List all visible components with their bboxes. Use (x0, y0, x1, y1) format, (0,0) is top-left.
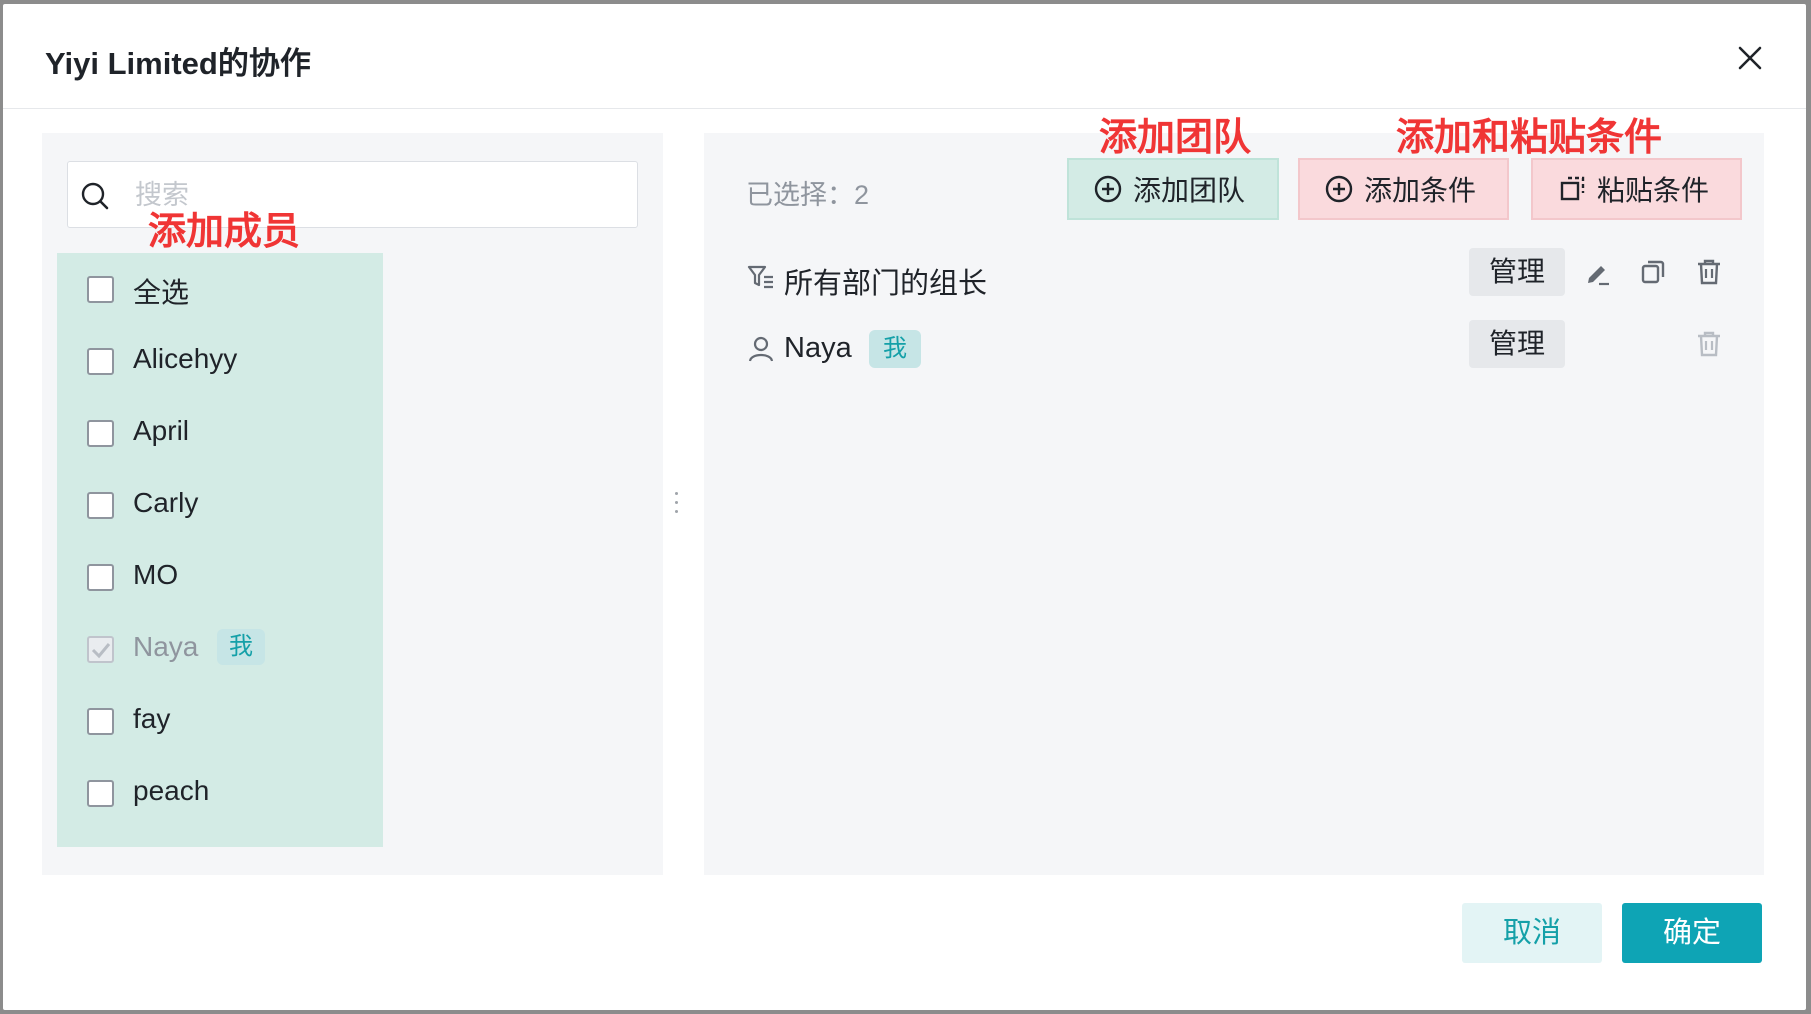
member-name: Naya (133, 631, 199, 662)
delete-icon[interactable] (1693, 256, 1725, 288)
confirm-button[interactable]: 确定 (1622, 903, 1762, 963)
paste-condition-label: 粘贴条件 (1597, 175, 1710, 206)
permission-row: Naya 我 管理 (704, 320, 1764, 380)
filter-icon (747, 265, 773, 289)
paste-icon (1560, 176, 1585, 201)
checkbox[interactable] (87, 564, 114, 591)
add-team-button[interactable]: 添加团队 (1067, 158, 1279, 220)
me-tag: 我 (217, 629, 265, 665)
checkbox[interactable] (87, 780, 114, 807)
plus-circle-icon (1094, 175, 1122, 203)
dialog-header: Yiyi Limited的协作 (3, 4, 1806, 109)
annotation-add-member: 添加成员 (148, 211, 301, 253)
member-row[interactable]: peach (42, 757, 663, 829)
member-row-select-all[interactable]: 全选 (42, 253, 663, 325)
delete-icon (1698, 331, 1720, 357)
add-team-label: 添加团队 (1133, 175, 1246, 206)
plus-circle-icon (1325, 175, 1353, 203)
add-condition-label: 添加条件 (1364, 175, 1477, 206)
search-icon (81, 182, 109, 210)
check-icon (91, 643, 111, 659)
selected-count: 已选择：2 (746, 180, 870, 210)
member-name: peach (133, 775, 210, 806)
permission-name: 所有部门的组长 (784, 268, 988, 300)
member-name: April (133, 415, 190, 446)
me-tag: 我 (869, 330, 921, 368)
member-name: MO (133, 559, 179, 590)
member-row[interactable]: fay (42, 685, 663, 757)
member-row[interactable]: Alicehyy (42, 325, 663, 397)
member-name: 全选 (133, 277, 190, 308)
member-name: fay (133, 703, 171, 734)
manage-button[interactable]: 管理 (1469, 320, 1565, 368)
annotation-add-paste-condition: 添加和粘贴条件 (1396, 117, 1663, 159)
member-name: Carly (133, 487, 199, 518)
checkbox[interactable] (87, 492, 114, 519)
panel-splitter[interactable] (674, 492, 680, 522)
checkbox-checked-disabled (87, 636, 114, 663)
member-row-self: Naya 我 (42, 613, 663, 685)
close-icon (1738, 46, 1762, 70)
member-name: Alicehyy (133, 343, 238, 374)
member-row[interactable]: April (42, 397, 663, 469)
selected-panel: 已选择：2 添加团队 添加条件 粘贴条件 所有部门的组长 管理 Naya 我 管… (704, 133, 1764, 875)
checkbox[interactable] (87, 708, 114, 735)
close-button[interactable] (1734, 42, 1766, 74)
edit-icon[interactable] (1581, 256, 1613, 288)
member-row[interactable]: Carly (42, 469, 663, 541)
paste-condition-button[interactable]: 粘贴条件 (1531, 158, 1742, 220)
member-list: 全选 Alicehyy April Carly MO Naya 我 fay pe… (42, 253, 663, 829)
manage-button[interactable]: 管理 (1469, 248, 1565, 296)
permission-name: Naya (784, 332, 852, 364)
permission-row: 所有部门的组长 管理 (704, 248, 1764, 308)
user-icon (748, 336, 774, 362)
checkbox[interactable] (87, 420, 114, 447)
copy-icon[interactable] (1637, 256, 1669, 288)
checkbox[interactable] (87, 276, 114, 303)
annotation-add-team: 添加团队 (1099, 117, 1252, 159)
dialog-title: Yiyi Limited的协作 (45, 46, 311, 81)
member-panel: 全选 Alicehyy April Carly MO Naya 我 (42, 133, 663, 875)
add-condition-button[interactable]: 添加条件 (1298, 158, 1509, 220)
member-row[interactable]: MO (42, 541, 663, 613)
checkbox[interactable] (87, 348, 114, 375)
cancel-button[interactable]: 取消 (1462, 903, 1602, 963)
